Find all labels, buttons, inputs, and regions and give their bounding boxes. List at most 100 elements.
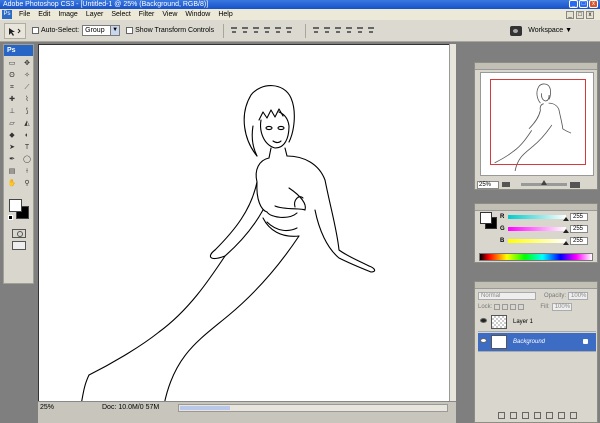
- marquee-icon[interactable]: ▭: [5, 58, 19, 69]
- align-top-icon[interactable]: [230, 26, 239, 36]
- doc-size-info[interactable]: Doc: 10.0M/0 57M: [102, 404, 159, 411]
- lock-pixels-icon[interactable]: [502, 303, 509, 310]
- eyedropper-icon[interactable]: ⟊: [20, 166, 34, 177]
- align-bottom-icon[interactable]: [252, 26, 261, 36]
- slider-thumb-icon[interactable]: [563, 229, 569, 233]
- zoom-in-icon[interactable]: [570, 181, 580, 188]
- shape-icon[interactable]: ◯: [20, 154, 34, 165]
- zoom-level[interactable]: 25%: [40, 404, 54, 411]
- foreground-color-swatch[interactable]: [9, 199, 22, 212]
- close-button[interactable]: x: [589, 0, 598, 8]
- color-tabs[interactable]: [475, 204, 597, 211]
- channel-track[interactable]: [508, 239, 566, 243]
- new-layer-icon[interactable]: [557, 412, 565, 419]
- move-icon[interactable]: ✥: [20, 58, 34, 69]
- minimize-button[interactable]: _: [569, 0, 578, 8]
- zoom-out-icon[interactable]: [502, 182, 510, 187]
- channel-value-field[interactable]: 255: [570, 213, 588, 221]
- link-layers-icon[interactable]: [497, 412, 505, 419]
- align-hcenter-icon[interactable]: [274, 26, 283, 36]
- menu-select[interactable]: Select: [107, 9, 134, 20]
- menu-image[interactable]: Image: [54, 9, 81, 20]
- distribute-top-icon[interactable]: [312, 26, 321, 36]
- path-select-icon[interactable]: ➤: [5, 142, 19, 153]
- auto-select-checkbox[interactable]: [32, 27, 39, 34]
- horizontal-scrollbar[interactable]: [178, 404, 448, 412]
- distribute-hcenter-icon[interactable]: [356, 26, 365, 36]
- zoom-slider-thumb[interactable]: [541, 180, 547, 185]
- notes-icon[interactable]: ▤: [5, 166, 19, 177]
- brush-icon[interactable]: ⌇: [20, 94, 34, 105]
- app-icon[interactable]: Ps: [2, 10, 12, 19]
- eye-icon[interactable]: [480, 338, 487, 343]
- lock-all-icon[interactable]: [518, 303, 525, 310]
- doc-minimize-button[interactable]: _: [566, 10, 574, 19]
- layer-mask-icon[interactable]: [521, 412, 529, 419]
- navigator-zoom-field[interactable]: 25%: [477, 180, 499, 189]
- color-spectrum-bar[interactable]: [479, 253, 593, 261]
- navigator-tabs[interactable]: [475, 63, 597, 70]
- menu-layer[interactable]: Layer: [82, 9, 108, 20]
- tool-preset-picker[interactable]: [4, 22, 26, 39]
- quick-mask-icon[interactable]: [11, 229, 26, 238]
- default-colors-icon[interactable]: [8, 215, 13, 220]
- blend-mode-dropdown[interactable]: Normal: [478, 291, 536, 300]
- workspace-menu[interactable]: Workspace ▼: [528, 27, 600, 34]
- doc-close-button[interactable]: x: [586, 10, 594, 19]
- zoom-icon[interactable]: ⚲: [20, 178, 34, 189]
- eraser-icon[interactable]: ▱: [5, 118, 19, 129]
- channel-value-field[interactable]: 255: [570, 237, 588, 245]
- color-foreground-swatch[interactable]: [480, 212, 492, 224]
- new-group-icon[interactable]: [545, 412, 553, 419]
- layer-row[interactable]: Background: [478, 333, 596, 352]
- zoom-slider[interactable]: [521, 180, 567, 186]
- layer-row[interactable]: Layer 1: [478, 313, 596, 332]
- bridge-icon[interactable]: [510, 25, 523, 36]
- auto-select-dropdown[interactable]: Group ▼: [82, 25, 121, 36]
- lock-transparent-icon[interactable]: [494, 303, 501, 310]
- eye-icon[interactable]: [480, 318, 487, 323]
- type-icon[interactable]: T: [20, 142, 34, 153]
- slice-icon[interactable]: ⟋: [20, 82, 34, 93]
- screen-mode-icon[interactable]: [11, 241, 26, 250]
- history-brush-icon[interactable]: ⟆: [20, 106, 34, 117]
- menu-help[interactable]: Help: [214, 9, 236, 20]
- slider-thumb-icon[interactable]: [563, 217, 569, 221]
- stamp-icon[interactable]: ⊥: [5, 106, 19, 117]
- channel-track[interactable]: [508, 227, 566, 231]
- distribute-bottom-icon[interactable]: [334, 26, 343, 36]
- pen-icon[interactable]: ✒: [5, 154, 19, 165]
- lock-position-icon[interactable]: [510, 303, 517, 310]
- blur-icon[interactable]: ◆: [5, 130, 19, 141]
- navigator-preview[interactable]: [480, 72, 594, 176]
- hand-icon[interactable]: ✋: [5, 178, 19, 189]
- distribute-left-icon[interactable]: [345, 26, 354, 36]
- opacity-field[interactable]: 100%: [568, 291, 589, 300]
- bucket-icon[interactable]: ◭: [20, 118, 34, 129]
- crop-icon[interactable]: ⌗: [5, 82, 19, 93]
- slider-thumb-icon[interactable]: [563, 241, 569, 245]
- distribute-vcenter-icon[interactable]: [323, 26, 332, 36]
- photoshop-logo[interactable]: Ps: [4, 45, 33, 56]
- healing-icon[interactable]: ✚: [5, 94, 19, 105]
- transform-controls-checkbox[interactable]: [126, 27, 134, 34]
- align-left-icon[interactable]: [263, 26, 272, 36]
- magic-wand-icon[interactable]: ✧: [20, 70, 34, 81]
- scroll-thumb[interactable]: [180, 406, 230, 410]
- menu-filter[interactable]: Filter: [135, 9, 159, 20]
- menu-window[interactable]: Window: [181, 9, 214, 20]
- channel-value-field[interactable]: 255: [570, 225, 588, 233]
- distribute-right-icon[interactable]: [367, 26, 376, 36]
- vertical-scrollbar[interactable]: [449, 44, 456, 401]
- layer-style-icon[interactable]: [509, 412, 517, 419]
- fill-field[interactable]: 100%: [551, 302, 572, 311]
- menu-edit[interactable]: Edit: [34, 9, 54, 20]
- maximize-button[interactable]: □: [579, 0, 588, 8]
- dodge-icon[interactable]: ◐: [20, 130, 34, 141]
- doc-restore-button[interactable]: □: [576, 10, 584, 19]
- trash-icon[interactable]: [569, 412, 577, 419]
- align-right-icon[interactable]: [285, 26, 294, 36]
- adjustment-layer-icon[interactable]: [533, 412, 541, 419]
- lasso-icon[interactable]: ʘ: [5, 70, 19, 81]
- menu-file[interactable]: File: [15, 9, 34, 20]
